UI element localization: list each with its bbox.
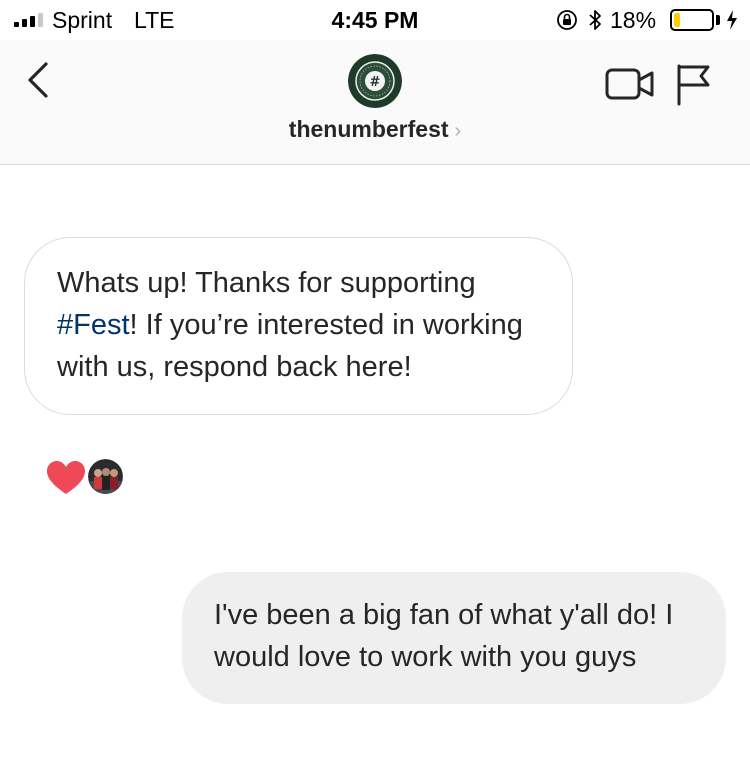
- message-text: I've been a big fan of what y'all do! I …: [214, 599, 674, 673]
- chevron-right-icon: ›: [454, 120, 462, 142]
- orientation-lock-icon: [557, 10, 577, 30]
- heart-icon: [47, 461, 85, 494]
- back-icon[interactable]: [22, 58, 62, 102]
- reactor-avatar: [88, 459, 123, 494]
- conversation-header: # thenumberfest ›: [0, 40, 750, 165]
- incoming-message[interactable]: Whats up! Thanks for supporting #Fest! I…: [24, 237, 573, 415]
- battery-icon: [670, 9, 714, 31]
- battery-percent: 18%: [610, 7, 657, 33]
- username: thenumberfest: [288, 116, 449, 142]
- status-bar: Sprint LTE 4:45 PM 18%: [0, 0, 750, 40]
- outgoing-message[interactable]: I've been a big fan of what y'all do! I …: [182, 572, 726, 704]
- profile-avatar[interactable]: #: [348, 54, 402, 108]
- flag-icon[interactable]: [674, 62, 714, 106]
- avatar-glyph: #: [370, 75, 381, 90]
- username-link[interactable]: thenumberfest ›: [0, 116, 750, 143]
- charging-icon: [727, 10, 737, 30]
- bluetooth-icon: [589, 10, 601, 30]
- message-text: Whats up! Thanks for supporting: [57, 267, 476, 299]
- battery-cap: [716, 15, 720, 25]
- video-call-icon[interactable]: [604, 64, 656, 104]
- battery-fill: [674, 13, 680, 27]
- hashtag-link[interactable]: #Fest: [57, 309, 130, 341]
